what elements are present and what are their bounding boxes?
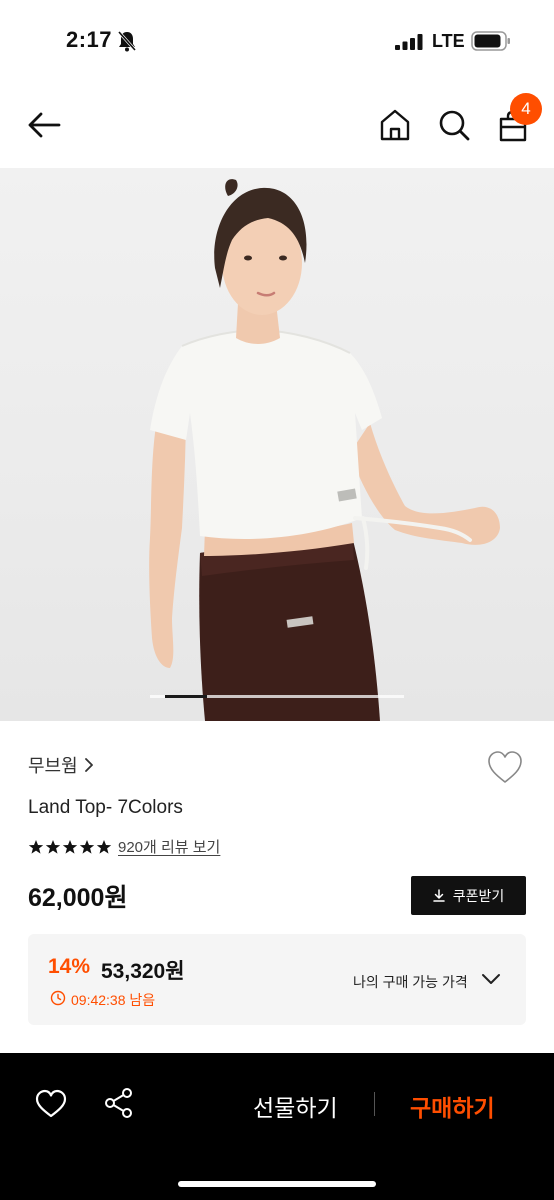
brand-name: 무브웜: [28, 756, 78, 776]
star-icon: [62, 839, 78, 854]
product-image-carousel[interactable]: [0, 168, 554, 721]
star-icon: [96, 839, 112, 854]
signal-icon: [395, 34, 423, 50]
clock-icon: [50, 990, 66, 1006]
share-icon[interactable]: [104, 1087, 134, 1119]
countdown-timer: 09:42:38 남음: [71, 992, 156, 1008]
cart-count-badge[interactable]: 4: [510, 93, 542, 125]
search-icon[interactable]: [437, 108, 471, 142]
rating-row: 920개 리뷰 보기: [28, 836, 220, 857]
battery-icon: [471, 31, 510, 51]
like-heart-icon[interactable]: [486, 749, 524, 785]
home-icon[interactable]: [378, 108, 412, 142]
gift-button[interactable]: 선물하기: [253, 1089, 338, 1123]
coupon-label: 쿠폰받기: [452, 887, 505, 904]
heart-icon[interactable]: [35, 1089, 67, 1119]
discount-price: 53,320원: [101, 960, 185, 983]
product-price: 62,000원: [28, 884, 128, 912]
chevron-down-icon[interactable]: [481, 972, 501, 986]
status-time: 2:17: [66, 27, 113, 52]
bottom-action-bar: 선물하기 구매하기: [0, 1053, 554, 1200]
star-rating: [28, 839, 113, 855]
review-link[interactable]: 920개 리뷰 보기: [118, 836, 220, 857]
star-icon: [79, 839, 95, 854]
discount-rate: 14%: [48, 955, 91, 978]
download-icon: [432, 889, 445, 902]
back-icon[interactable]: [26, 110, 62, 140]
home-indicator: [178, 1181, 376, 1187]
status-network: LTE: [432, 31, 465, 51]
my-price-toggle[interactable]: 나의 구매 가능 가격: [353, 972, 468, 992]
chevron-right-icon: [84, 758, 93, 772]
buy-button[interactable]: 구매하기: [410, 1089, 495, 1123]
product-detail-page: 2:17 LTE 4 무브웜 Land Top- 7Colors 920개 리뷰…: [0, 0, 554, 1200]
brand-link[interactable]: 무브웜: [28, 752, 94, 778]
discount-box[interactable]: 14% 53,320원 09:42:38 남음 나의 구매 가능 가격: [28, 934, 526, 1025]
carousel-position-indicator: [164, 695, 207, 698]
star-icon: [28, 839, 44, 854]
bar-divider: [374, 1092, 375, 1116]
star-icon: [45, 839, 61, 854]
product-photo: [149, 179, 500, 721]
product-title: Land Top- 7Colors: [28, 797, 183, 818]
top-nav: 4: [0, 80, 554, 170]
status-bar: 2:17 LTE: [0, 0, 554, 80]
coupon-download-button[interactable]: 쿠폰받기: [411, 876, 526, 915]
bell-off-icon: [117, 31, 137, 52]
